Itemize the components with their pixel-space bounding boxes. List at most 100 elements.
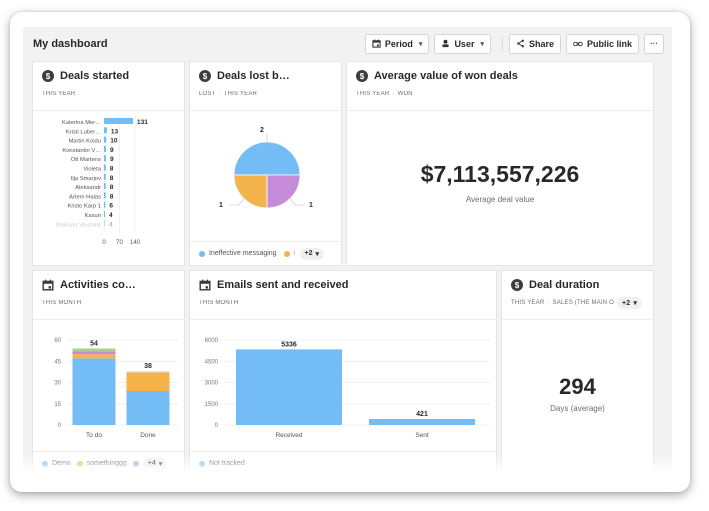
card-header: $ Average value of won deals THIS YEAR ·… bbox=[347, 62, 653, 111]
filter-tag: WON bbox=[397, 91, 413, 97]
deals-lost-card[interactable]: $ Deals lost b… LOST · THIS YEAR 2 1 1 Ine… bbox=[189, 61, 342, 266]
share-button[interactable]: Share bbox=[508, 33, 561, 54]
data-label: 8 bbox=[110, 193, 114, 200]
axis-label: Katerina Mer… bbox=[62, 120, 101, 126]
tick-label: 6000 bbox=[205, 338, 219, 344]
tick-label: 70 bbox=[116, 240, 123, 246]
bar bbox=[104, 220, 105, 227]
data-label: 131 bbox=[137, 119, 148, 126]
calendar-icon bbox=[199, 279, 211, 291]
activities-card[interactable]: Activities co… THIS MONTH 0 15 30 45 60 54 To … bbox=[32, 270, 185, 472]
data-label: 4 bbox=[109, 212, 113, 219]
card-subtitle: THIS YEAR · WON bbox=[356, 91, 413, 97]
tick-label: 15 bbox=[54, 402, 61, 408]
data-label: 10 bbox=[110, 138, 118, 145]
filter-tag: THIS MONTH bbox=[199, 300, 239, 306]
axis-label: Ilja Smarjov bbox=[71, 176, 101, 182]
card-subtitle: THIS YEAR bbox=[42, 91, 175, 97]
chevron-down-icon: ▾ bbox=[480, 40, 484, 48]
data-label: 421 bbox=[416, 411, 428, 418]
emails-card[interactable]: Emails sent and received THIS MONTH 0 150… bbox=[189, 270, 497, 472]
bar-segment bbox=[126, 391, 170, 425]
bar-segment bbox=[72, 354, 116, 359]
data-label: 8 bbox=[110, 166, 114, 173]
axis-label: Aleksandr bbox=[75, 185, 101, 191]
filter-more-button[interactable]: +2 ▾ bbox=[617, 297, 643, 309]
page-title: My dashboard bbox=[33, 37, 108, 50]
legend-item[interactable]: I bbox=[294, 250, 296, 257]
bar-segment bbox=[126, 374, 170, 391]
user-filter-button[interactable]: User ▾ bbox=[434, 33, 491, 54]
link-icon bbox=[573, 40, 583, 48]
share-icon bbox=[516, 39, 525, 48]
bar bbox=[104, 118, 134, 124]
bar-segment bbox=[72, 358, 116, 425]
deals-lost-chart: 2 1 1 bbox=[219, 127, 313, 209]
card-header: $ Deals started THIS YEAR bbox=[33, 62, 184, 111]
card-subtitle: THIS MONTH bbox=[199, 300, 487, 306]
kpi-caption: Days (average) bbox=[550, 404, 605, 413]
deal-duration-card[interactable]: $ Deal duration THIS YEAR · SALES (THE M… bbox=[501, 270, 654, 472]
bar bbox=[104, 211, 105, 217]
dollar-icon: $ bbox=[511, 279, 523, 291]
calendar-icon bbox=[372, 39, 381, 48]
filter-tag: THIS YEAR bbox=[511, 300, 545, 306]
axis-label: Sent bbox=[415, 432, 429, 439]
legend-dot bbox=[42, 460, 48, 467]
data-label: 5336 bbox=[281, 341, 297, 348]
axis-label: Violeta bbox=[83, 167, 101, 173]
deals-started-card[interactable]: $ Deals started THIS YEAR Katerina Mer… 1… bbox=[32, 61, 185, 266]
data-label: 13 bbox=[111, 128, 119, 135]
bar bbox=[104, 127, 107, 134]
more-options-button[interactable]: ··· bbox=[644, 33, 664, 54]
kpi-caption: Average deal value bbox=[465, 195, 535, 204]
filter-tag: THIS YEAR bbox=[223, 91, 258, 97]
legend-more-button[interactable]: +2 ▾ bbox=[299, 247, 325, 260]
axis-label: Kristi Luber… bbox=[66, 129, 101, 135]
bar bbox=[236, 349, 342, 425]
bar-segment bbox=[126, 371, 170, 373]
bar bbox=[104, 136, 107, 143]
data-label: 4 bbox=[109, 221, 113, 228]
chevron-down-icon: ▾ bbox=[418, 40, 423, 48]
axis-label: Kristo Karp 1 bbox=[67, 204, 101, 210]
filter-tag: THIS YEAR bbox=[356, 91, 390, 97]
chart-legend: Not tracked bbox=[190, 451, 496, 472]
bar bbox=[104, 155, 106, 162]
bar bbox=[104, 164, 106, 171]
leader-line bbox=[288, 196, 305, 206]
legend-item[interactable]: Not tracked bbox=[209, 460, 245, 467]
average-won-card[interactable]: $ Average value of won deals THIS YEAR ·… bbox=[346, 61, 654, 266]
chevron-down-icon: ▾ bbox=[633, 300, 638, 307]
tick-label: 0 bbox=[102, 240, 106, 246]
legend-item[interactable]: Demo bbox=[52, 460, 71, 467]
user-icon bbox=[441, 39, 450, 48]
share-label: Share bbox=[528, 38, 554, 49]
card-title: Activities co… bbox=[60, 279, 136, 291]
bar bbox=[104, 183, 106, 190]
legend-more-button[interactable]: +4 ▾ bbox=[142, 457, 168, 470]
bar bbox=[104, 192, 106, 199]
activities-chart: 0 15 30 45 60 54 To do 38 Done bbox=[54, 338, 178, 439]
legend-item[interactable]: somethinggg bbox=[87, 460, 127, 467]
dollar-icon: $ bbox=[356, 70, 368, 82]
axis-label: Received bbox=[275, 432, 302, 439]
tick-label: 140 bbox=[130, 240, 141, 246]
pie-slice bbox=[233, 141, 301, 176]
tick-label: 1500 bbox=[205, 402, 219, 408]
card-header: Activities co… THIS MONTH bbox=[33, 271, 184, 320]
calendar-icon bbox=[42, 279, 54, 291]
public-link-button[interactable]: Public link bbox=[565, 33, 639, 54]
card-header: $ Deals lost b… LOST · THIS YEAR bbox=[190, 62, 341, 111]
chart-legend: Demo somethinggg +4 ▾ bbox=[33, 451, 184, 472]
period-filter-button[interactable]: Period ▾ bbox=[364, 33, 430, 54]
tick-label: 0 bbox=[58, 423, 62, 429]
data-label: 6 bbox=[109, 203, 113, 210]
filter-tag: SALES (THE MAIN O bbox=[552, 300, 614, 306]
user-label: User bbox=[454, 38, 475, 49]
data-label: 8 bbox=[110, 175, 114, 182]
pie-slice bbox=[233, 174, 268, 209]
filter-tag: THIS MONTH bbox=[42, 300, 82, 306]
legend-item[interactable]: Ineffective messaging bbox=[209, 250, 277, 257]
kpi-value: 294 bbox=[559, 374, 596, 399]
